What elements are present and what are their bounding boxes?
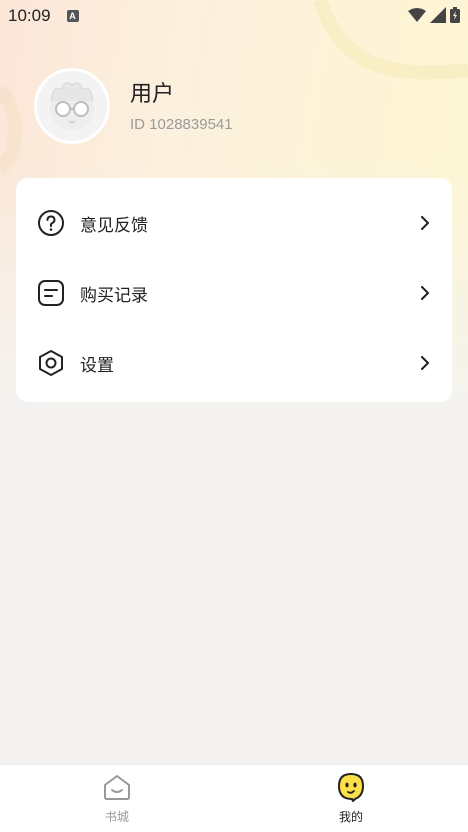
status-bar: 10:09 A — [0, 0, 468, 32]
default-avatar-icon — [50, 82, 94, 131]
settings-hexagon-icon — [36, 348, 66, 378]
chevron-right-icon — [421, 286, 429, 300]
tab-label: 书城 — [104, 810, 129, 824]
profile-info: 用户 ID 1028839541 — [130, 80, 233, 133]
chevron-right-icon — [421, 356, 429, 370]
help-circle-icon — [36, 208, 66, 238]
menu-item-settings[interactable]: 设置 — [16, 328, 452, 398]
avatar[interactable] — [34, 68, 110, 144]
menu-item-label: 购买记录 — [80, 285, 148, 306]
chevron-right-icon — [421, 216, 429, 230]
smiley-icon — [336, 772, 366, 802]
username: 用户 — [130, 81, 175, 107]
user-id: ID 1028839541 — [130, 115, 233, 133]
menu-item-label: 意见反馈 — [80, 215, 148, 236]
signal-icon — [430, 7, 446, 23]
record-icon — [36, 278, 66, 308]
home-icon — [102, 772, 132, 802]
profile-header[interactable]: 用户 ID 1028839541 — [34, 68, 233, 144]
menu-item-purchase-history[interactable]: 购买记录 — [16, 258, 452, 328]
menu-card: 意见反馈 购买记录 设置 — [16, 178, 452, 402]
menu-item-label: 设置 — [80, 355, 114, 376]
wifi-icon — [408, 8, 426, 22]
status-icons — [408, 7, 460, 23]
bottom-tab-bar: 书城 我的 — [0, 764, 468, 832]
menu-item-feedback[interactable]: 意见反馈 — [16, 188, 452, 258]
notification-icon: A — [66, 10, 79, 22]
status-time: 10:09 — [8, 6, 51, 25]
tab-label: 我的 — [338, 810, 363, 824]
tab-bookstore[interactable]: 书城 — [0, 765, 234, 832]
tab-mine[interactable]: 我的 — [234, 765, 468, 832]
battery-icon — [450, 7, 460, 23]
